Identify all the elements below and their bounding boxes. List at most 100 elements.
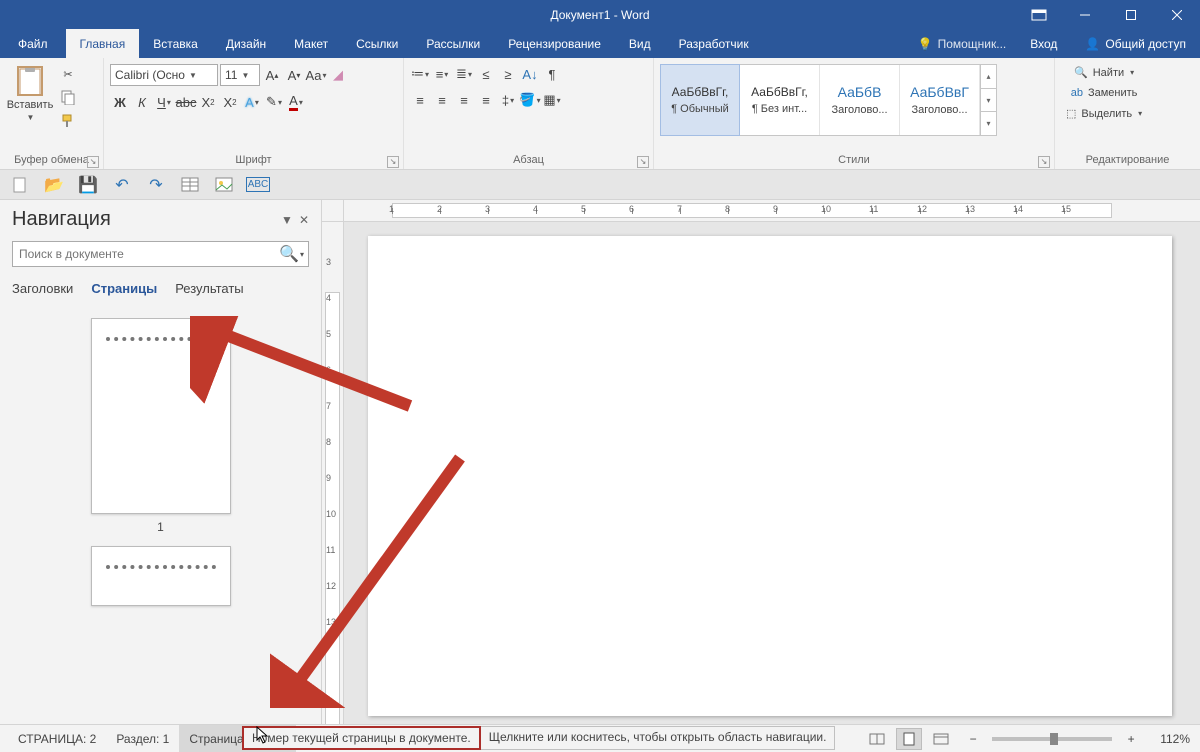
underline-button[interactable]: Ч▾ [154, 92, 174, 112]
style-preview: АаБбВ [838, 84, 882, 100]
qat-spelling-button[interactable]: ABC [246, 173, 270, 197]
redo-icon: ↷ [149, 175, 162, 195]
zoom-in-button[interactable]: + [1118, 728, 1144, 750]
minimize-button[interactable] [1062, 0, 1108, 29]
lightbulb-icon: 💡 [918, 37, 933, 51]
font-size-combo[interactable]: 11▼ [220, 64, 260, 86]
navigation-title: Навигация ▼ ✕ [12, 208, 309, 231]
styles-dialog-launcher[interactable]: ↘ [1038, 156, 1050, 168]
qat-undo-button[interactable]: ↶ [110, 173, 134, 197]
styles-gallery[interactable]: АаБбВвГг, ¶ Обычный АаБбВвГг, ¶ Без инт.… [660, 64, 997, 136]
numbering-button[interactable]: ≡▾ [432, 64, 452, 84]
decrease-indent-button[interactable]: ≤ [476, 64, 496, 84]
qat-save-button[interactable]: 💾 [76, 173, 100, 197]
font-group-label: Шрифт [235, 154, 271, 166]
replace-button[interactable]: abЗаменить [1061, 85, 1147, 101]
share-button[interactable]: 👤 Общий доступ [1071, 37, 1200, 51]
view-print-layout[interactable] [896, 728, 922, 750]
text-effects-button[interactable]: A▾ [242, 92, 262, 112]
subscript-button[interactable]: X2 [198, 92, 218, 112]
tab-home[interactable]: Главная [66, 29, 140, 58]
nav-dropdown-icon[interactable]: ▼ [281, 213, 293, 227]
tab-insert[interactable]: Вставка [139, 29, 212, 58]
view-read-mode[interactable] [864, 728, 890, 750]
tab-view[interactable]: Вид [615, 29, 665, 58]
font-color-button[interactable]: A▾ [286, 92, 306, 112]
increase-indent-button[interactable]: ≥ [498, 64, 518, 84]
font-family-combo[interactable]: Calibri (Осно▼ [110, 64, 218, 86]
multilevel-button[interactable]: ≣▾ [454, 64, 474, 84]
style-heading1[interactable]: АаБбВ Заголово... [820, 65, 900, 135]
highlight-button[interactable]: ✎▾ [264, 92, 284, 112]
tab-mailings[interactable]: Рассылки [412, 29, 494, 58]
font-dialog-launcher[interactable]: ↘ [387, 156, 399, 168]
align-left-button[interactable]: ≡ [410, 90, 430, 110]
grow-font-button[interactable]: A▴ [262, 65, 282, 85]
zoom-level[interactable]: 112% [1150, 732, 1192, 746]
qat-table-button[interactable] [178, 173, 202, 197]
shrink-font-button[interactable]: A▾ [284, 65, 304, 85]
view-web-layout[interactable] [928, 728, 954, 750]
document-page[interactable] [368, 236, 1172, 716]
format-painter-button[interactable] [56, 111, 80, 131]
nav-tab-headings[interactable]: Заголовки [12, 281, 73, 300]
abc-icon: ABC [246, 177, 271, 192]
align-center-button[interactable]: ≡ [432, 90, 452, 110]
status-section[interactable]: Раздел: 1 [106, 725, 179, 752]
style-normal[interactable]: АаБбВвГг, ¶ Обычный [660, 64, 740, 136]
status-page[interactable]: СТРАНИЦА: 2 [8, 725, 106, 752]
search-icon[interactable]: 🔍 [279, 244, 299, 264]
navigation-title-text: Навигация [12, 208, 111, 231]
styles-gallery-more[interactable]: ▴▾▾ [980, 65, 996, 135]
tab-references[interactable]: Ссылки [342, 29, 412, 58]
nav-search-box[interactable]: 🔍▾ [12, 241, 309, 267]
sort-button[interactable]: A↓ [520, 64, 540, 84]
qat-redo-button[interactable]: ↷ [144, 173, 168, 197]
show-marks-button[interactable]: ¶ [542, 64, 562, 84]
zoom-out-button[interactable]: − [960, 728, 986, 750]
bold-button[interactable]: Ж [110, 92, 130, 112]
line-spacing-button[interactable]: ‡▾ [498, 90, 518, 110]
page-thumbnail-2[interactable] [91, 546, 231, 606]
ribbon-display-options[interactable] [1016, 9, 1062, 21]
copy-button[interactable] [56, 87, 80, 107]
style-heading2[interactable]: АаБбВвГ Заголово... [900, 65, 980, 135]
nav-tab-results[interactable]: Результаты [175, 281, 243, 300]
paste-button[interactable]: Вставить ▼ [6, 60, 54, 124]
qat-new-button[interactable] [8, 173, 32, 197]
nav-search-input[interactable] [19, 247, 279, 261]
tab-design[interactable]: Дизайн [212, 29, 280, 58]
superscript-button[interactable]: X2 [220, 92, 240, 112]
strike-button[interactable]: abc [176, 92, 196, 112]
change-case-button[interactable]: Aa▾ [306, 65, 326, 85]
justify-button[interactable]: ≡ [476, 90, 496, 110]
horizontal-ruler[interactable]: 123456789101112131415 [344, 200, 1200, 222]
annotation-arrow-1 [190, 316, 420, 416]
sign-in[interactable]: Вход [1016, 37, 1071, 51]
nav-close-button[interactable]: ✕ [299, 213, 309, 227]
shading-button[interactable]: 🪣▾ [520, 90, 540, 110]
select-button[interactable]: ⬚Выделить▾ [1061, 105, 1147, 122]
qat-picture-button[interactable] [212, 173, 236, 197]
nav-tab-pages[interactable]: Страницы [91, 281, 157, 300]
qat-open-button[interactable]: 📂 [42, 173, 66, 197]
tab-layout[interactable]: Макет [280, 29, 342, 58]
cut-button[interactable]: ✂ [56, 66, 80, 83]
tab-file[interactable]: Файл [0, 29, 66, 58]
tell-me[interactable]: 💡 Помощник... [908, 37, 1017, 51]
zoom-slider[interactable] [992, 737, 1112, 741]
clipboard-dialog-launcher[interactable]: ↘ [87, 156, 99, 168]
paragraph-dialog-launcher[interactable]: ↘ [637, 156, 649, 168]
italic-button[interactable]: К [132, 92, 152, 112]
borders-button[interactable]: ▦▾ [542, 90, 562, 110]
align-right-button[interactable]: ≡ [454, 90, 474, 110]
clear-formatting-button[interactable]: ◢ [328, 65, 348, 85]
close-button[interactable] [1154, 0, 1200, 29]
maximize-button[interactable] [1108, 0, 1154, 29]
tab-developer[interactable]: Разработчик [665, 29, 763, 58]
bullets-button[interactable]: ≔▾ [410, 64, 430, 84]
tab-review[interactable]: Рецензирование [494, 29, 615, 58]
style-no-spacing[interactable]: АаБбВвГг, ¶ Без инт... [740, 65, 820, 135]
sort-icon: A↓ [522, 67, 537, 82]
find-button[interactable]: 🔍Найти▾ [1061, 64, 1147, 81]
